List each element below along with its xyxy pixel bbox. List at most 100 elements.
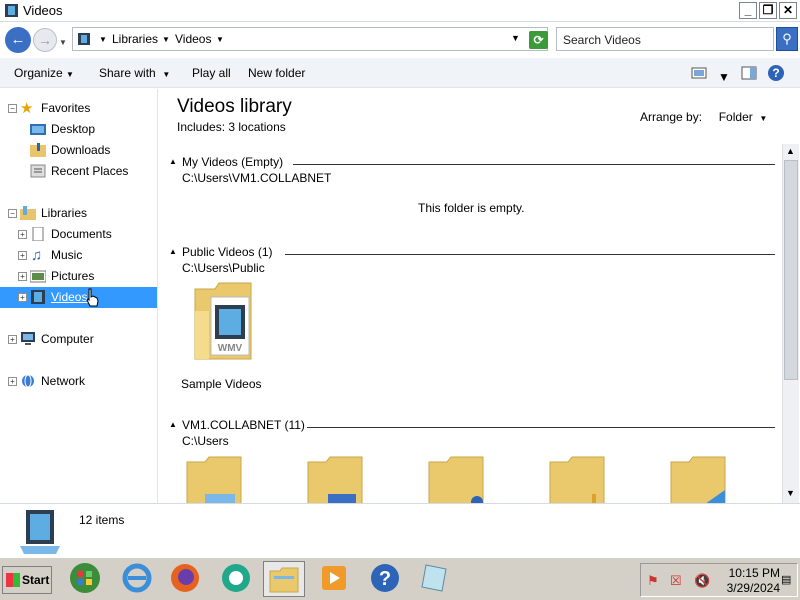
back-button[interactable]: ← (5, 27, 31, 53)
play-all-button[interactable]: Play all (192, 66, 231, 80)
star-icon: ★ (20, 100, 34, 117)
close-button[interactable]: ✕ (779, 2, 797, 19)
nav-documents[interactable]: + Documents (0, 224, 158, 245)
expand-icon[interactable]: + (18, 272, 27, 281)
search-icon[interactable]: ⚲ (776, 27, 798, 51)
internet-explorer-icon (122, 563, 152, 593)
scroll-up-icon[interactable]: ▲ (786, 146, 795, 156)
breadcrumb-libraries[interactable]: Libraries (112, 32, 158, 46)
library-title: Videos library (177, 96, 292, 117)
nav-desktop[interactable]: Desktop (0, 119, 158, 140)
view-options-icon[interactable] (690, 64, 708, 82)
content-pane: Videos library Includes: 3 locations Arr… (159, 89, 782, 503)
user-folder-icon[interactable] (185, 456, 243, 503)
taskbar-app[interactable] (215, 561, 257, 597)
includes-locations-link[interactable]: 3 locations (228, 120, 285, 134)
user-folder-icon[interactable] (427, 456, 485, 503)
organize-button[interactable]: Organize ▼ (14, 66, 74, 80)
chat-app-icon (222, 564, 250, 592)
taskbar-help[interactable]: ? (364, 561, 406, 597)
nav-computer-label: Computer (41, 332, 94, 346)
nav-music[interactable]: + ♫ Music (0, 245, 158, 266)
taskbar-internet-explorer[interactable] (116, 561, 158, 597)
vertical-scrollbar[interactable]: ▲ ▼ (782, 144, 799, 503)
nav-downloads-label: Downloads (51, 143, 111, 157)
taskbar-notepad[interactable] (414, 561, 456, 597)
network-disconnected-icon[interactable]: ☒ (670, 573, 682, 589)
expand-icon[interactable]: + (8, 335, 17, 344)
pictures-icon (30, 270, 46, 283)
group-header[interactable]: Public Videos (1) (182, 245, 273, 259)
volume-muted-icon[interactable]: 🔇 (694, 573, 710, 589)
collapse-icon[interactable]: − (8, 104, 17, 113)
taskbar-firefox[interactable] (164, 561, 206, 597)
group-header[interactable]: VM1.COLLABNET (11) (182, 418, 305, 432)
user-folder-icon[interactable] (306, 456, 364, 503)
start-button[interactable]: Start (2, 566, 52, 594)
nav-videos[interactable]: + Videos (0, 287, 157, 308)
nav-favorites-label: Favorites (41, 101, 91, 115)
window-title: Videos (23, 3, 63, 18)
collapse-icon[interactable]: − (8, 209, 17, 218)
maximize-button[interactable]: ❐ (759, 2, 777, 19)
expand-icon[interactable]: + (18, 230, 27, 239)
refresh-icon[interactable]: ⟳ (529, 31, 548, 49)
search-input[interactable]: Search Videos (556, 27, 774, 51)
video-folder-icon: WMV (194, 282, 252, 360)
taskbar-explorer-active[interactable] (263, 561, 305, 597)
nav-pictures[interactable]: + Pictures (0, 266, 158, 287)
address-bar[interactable]: ▼ Libraries ▼ Videos ▼ (72, 27, 548, 51)
documents-icon (32, 227, 44, 241)
preview-pane-icon[interactable] (740, 64, 758, 82)
scroll-down-icon[interactable]: ▼ (786, 488, 795, 498)
chevron-down-icon[interactable]: ▼ (162, 35, 170, 44)
breadcrumb-videos[interactable]: Videos (175, 32, 211, 46)
title-bar[interactable]: Videos _ ❐ ✕ (0, 0, 800, 22)
recent-pages-dropdown-icon[interactable]: ▼ (59, 38, 67, 47)
nav-documents-label: Documents (51, 227, 112, 241)
desktop-icon (30, 124, 46, 135)
nav-computer[interactable]: + Computer (0, 329, 158, 350)
address-history-dropdown-icon[interactable]: ▼ (511, 33, 520, 43)
group-header[interactable]: My Videos (Empty) (182, 155, 283, 169)
user-folder-icon[interactable] (669, 456, 727, 503)
new-folder-button[interactable]: New folder (248, 66, 305, 80)
expand-icon[interactable]: + (8, 377, 17, 386)
address-row: ← → ▼ ▼ Libraries ▼ Videos ▼ ▼ ⟳ Search … (0, 22, 800, 58)
user-folder-icon[interactable] (548, 456, 606, 503)
folder-sample-videos[interactable]: WMV Sample Videos (181, 281, 271, 391)
chevron-down-icon[interactable]: ▼ (99, 35, 107, 44)
taskbar-windows-orb[interactable] (64, 561, 106, 597)
show-desktop-icon[interactable]: ▤ (781, 573, 791, 586)
command-bar: Organize ▼ Share with ▼ Play all New fol… (0, 58, 800, 88)
svg-text:WMV: WMV (218, 343, 243, 354)
collapse-group-icon[interactable]: ▲ (169, 247, 177, 256)
share-with-button[interactable]: Share with ▼ (99, 66, 170, 80)
taskbar-media-player[interactable] (313, 561, 355, 597)
scrollbar-thumb[interactable] (784, 160, 798, 380)
group-path: C:\Users (182, 434, 229, 448)
hand-cursor-icon (86, 288, 99, 307)
nav-libraries[interactable]: − Libraries (0, 203, 158, 224)
arrange-by-dropdown[interactable]: Folder ▼ (719, 110, 768, 124)
chevron-down-icon[interactable]: ▼ (216, 35, 224, 44)
nav-recent-places[interactable]: Recent Places (0, 161, 158, 182)
clock[interactable]: 10:15 PM 3/29/2024 (720, 566, 780, 596)
help-icon[interactable]: ? (767, 64, 785, 82)
minimize-button[interactable]: _ (739, 2, 757, 19)
forward-button[interactable]: → (33, 28, 57, 52)
chevron-down-icon[interactable]: ▼ (718, 70, 730, 84)
expand-icon[interactable]: + (18, 293, 27, 302)
video-library-icon (31, 290, 45, 304)
arrange-by: Arrange by: Folder ▼ (640, 110, 767, 124)
nav-favorites[interactable]: − ★ Favorites (0, 98, 158, 119)
expand-icon[interactable]: + (18, 251, 27, 260)
video-library-icon (5, 4, 18, 17)
security-alert-icon[interactable]: ⚑ (647, 573, 659, 589)
nav-desktop-label: Desktop (51, 122, 96, 136)
nav-network[interactable]: + Network (0, 371, 158, 392)
nav-downloads[interactable]: Downloads (0, 140, 158, 161)
collapse-group-icon[interactable]: ▲ (169, 420, 177, 429)
firefox-icon (171, 564, 199, 592)
collapse-group-icon[interactable]: ▲ (169, 157, 177, 166)
